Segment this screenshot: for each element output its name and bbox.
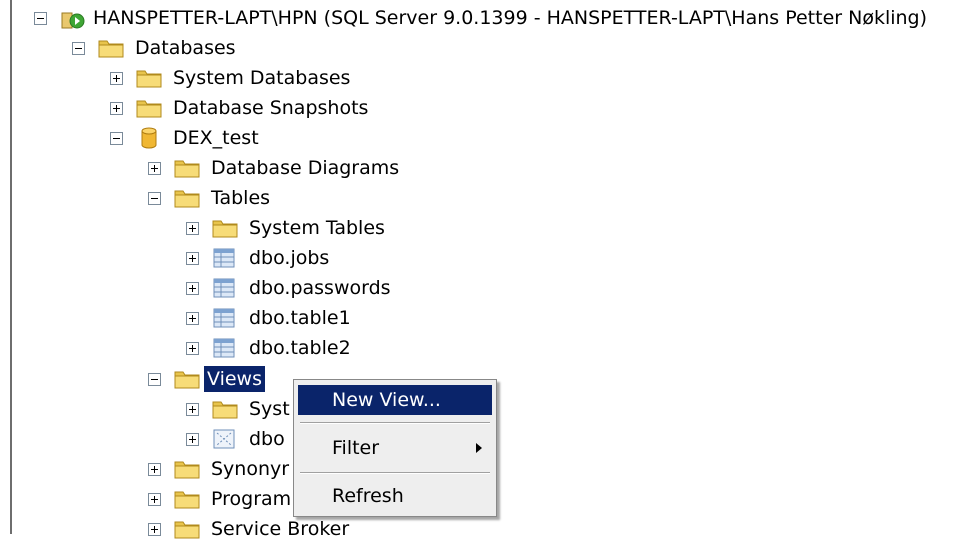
system-views-label: Syst — [249, 398, 290, 420]
table-label: dbo.jobs — [249, 247, 330, 269]
tree-node-dex-test[interactable]: DEX_test — [110, 123, 262, 153]
expand-toggle[interactable] — [186, 221, 199, 235]
tree-node-system-tables[interactable]: System Tables — [186, 213, 388, 243]
tree-node-synonyms[interactable]: Synonyr — [148, 454, 292, 484]
tree-node-dbo-table2[interactable]: dbo.table2 — [186, 333, 354, 363]
tables-label: Tables — [211, 187, 271, 209]
table-icon — [212, 247, 238, 269]
expand-toggle[interactable] — [186, 402, 199, 416]
expand-toggle[interactable] — [186, 341, 199, 355]
context-menu: New View... Filter Refresh — [293, 379, 497, 517]
table-label: dbo.passwords — [249, 277, 391, 299]
database-cylinder-icon — [141, 127, 157, 149]
tree-node-dbo-table1[interactable]: dbo.table1 — [186, 303, 354, 333]
menu-separator — [300, 422, 490, 424]
collapse-toggle[interactable] — [72, 41, 85, 55]
tree-node-system-databases[interactable]: System Databases — [110, 63, 353, 93]
tree-node-tables[interactable]: Tables — [148, 183, 273, 213]
server-label: HANSPETTER-LAPT\HPN (SQL Server 9.0.1399… — [93, 7, 928, 29]
folder-icon — [174, 518, 200, 540]
collapse-toggle[interactable] — [148, 191, 161, 205]
menu-separator — [300, 472, 490, 474]
tree-node-dbo-view[interactable]: dbo — [186, 424, 288, 454]
system-tables-label: System Tables — [249, 217, 385, 239]
system-databases-label: System Databases — [173, 67, 351, 89]
tree-node-dbo-passwords[interactable]: dbo.passwords — [186, 273, 394, 303]
menu-item-label: New View... — [332, 389, 441, 411]
tree-node-views[interactable]: Views — [148, 364, 265, 394]
folder-icon — [136, 67, 162, 89]
collapse-toggle[interactable] — [34, 11, 47, 25]
folder-icon — [174, 157, 200, 179]
folder-icon — [212, 398, 238, 420]
menu-item-refresh[interactable]: Refresh — [298, 481, 492, 511]
menu-item-filter[interactable]: Filter — [298, 433, 492, 463]
collapse-toggle[interactable] — [148, 372, 161, 386]
menu-item-label: Refresh — [332, 485, 404, 507]
folder-icon — [174, 368, 200, 390]
programmability-label: Program — [211, 488, 292, 510]
tree-node-databases[interactable]: Databases — [72, 33, 239, 63]
tree-node-database-diagrams[interactable]: Database Diagrams — [148, 153, 402, 183]
database-diagrams-label: Database Diagrams — [211, 157, 400, 179]
tree-node-dbo-jobs[interactable]: dbo.jobs — [186, 243, 332, 273]
folder-icon — [136, 97, 162, 119]
dex-test-label: DEX_test — [173, 127, 259, 149]
collapse-toggle[interactable] — [110, 131, 123, 145]
tree-node-programmability[interactable]: Program — [148, 484, 294, 514]
expand-toggle[interactable] — [186, 281, 199, 295]
table-label: dbo.table2 — [249, 337, 351, 359]
expand-toggle[interactable] — [186, 311, 199, 325]
tree-node-service-broker[interactable]: Service Broker — [148, 514, 352, 544]
view-icon — [212, 428, 238, 450]
expand-toggle[interactable] — [148, 492, 161, 506]
tree-node-server[interactable]: HANSPETTER-LAPT\HPN (SQL Server 9.0.1399… — [34, 3, 930, 33]
tree-left-border — [10, 0, 12, 534]
table-icon — [212, 277, 238, 299]
table-icon — [212, 307, 238, 329]
folder-icon — [174, 458, 200, 480]
views-label-selected: Views — [204, 366, 265, 392]
expand-toggle[interactable] — [186, 432, 199, 446]
folder-icon — [174, 488, 200, 510]
databases-label: Databases — [135, 37, 236, 59]
submenu-arrow-icon — [476, 443, 482, 453]
expand-toggle[interactable] — [110, 71, 123, 85]
expand-toggle[interactable] — [186, 251, 199, 265]
tree-node-system-views[interactable]: Syst — [186, 394, 293, 424]
table-icon — [212, 337, 238, 359]
table-label: dbo.table1 — [249, 307, 351, 329]
folder-icon — [212, 217, 238, 239]
folder-icon — [98, 37, 124, 59]
folder-icon — [174, 187, 200, 209]
tree-node-database-snapshots[interactable]: Database Snapshots — [110, 93, 371, 123]
menu-item-label: Filter — [332, 437, 380, 459]
database-snapshots-label: Database Snapshots — [173, 97, 369, 119]
service-broker-label: Service Broker — [211, 518, 350, 540]
expand-toggle[interactable] — [110, 101, 123, 115]
menu-item-new-view[interactable]: New View... — [298, 385, 492, 415]
expand-toggle[interactable] — [148, 462, 161, 476]
view-label: dbo — [249, 428, 285, 450]
expand-toggle[interactable] — [148, 161, 161, 175]
synonyms-label: Synonyr — [211, 458, 290, 480]
server-running-icon — [61, 12, 85, 29]
